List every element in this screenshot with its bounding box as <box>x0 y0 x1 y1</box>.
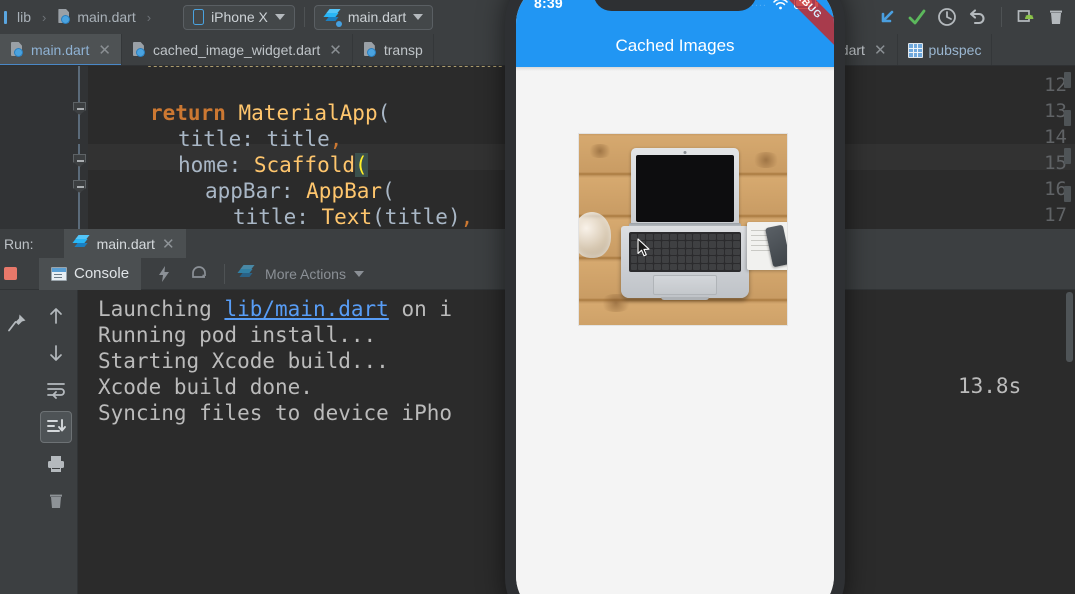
toolbar-divider-1 <box>303 7 305 27</box>
console-side-toolbar <box>34 290 78 594</box>
flutter-icon-run <box>72 235 90 252</box>
run-configuration-button[interactable]: main.dart <box>313 4 434 30</box>
wifi-icon <box>773 0 788 10</box>
breadcrumb-file[interactable]: main.dart <box>77 9 135 25</box>
scroll-down-icon[interactable] <box>40 337 72 369</box>
scroll-to-end-icon[interactable] <box>39 411 72 443</box>
chevron-down-icon <box>274 14 285 20</box>
pin-icon[interactable] <box>2 308 32 338</box>
run-session-label: main.dart <box>96 235 155 252</box>
clear-all-icon[interactable] <box>40 485 72 517</box>
breadcrumb-separator-1: › <box>42 9 47 25</box>
undo-icon[interactable] <box>962 2 992 32</box>
line-number-14: 14 <box>1044 126 1067 148</box>
console-toolbar-divider <box>224 263 226 284</box>
run-configuration-label: main.dart <box>347 9 407 25</box>
console-scrollbar-thumb[interactable] <box>1066 292 1073 362</box>
checkmark-icon[interactable] <box>902 2 932 32</box>
flutter-icon <box>323 8 342 27</box>
run-label: Run: <box>4 235 34 252</box>
breadcrumb-marker <box>4 10 7 24</box>
console-timing-label: 13.8s <box>958 374 1022 398</box>
editor-gutter <box>0 66 70 229</box>
clock-history-icon[interactable] <box>932 2 962 32</box>
dart-icon-tab-3 <box>363 42 378 58</box>
laptop-lip <box>661 297 709 300</box>
console-line-4: Xcode build done. <box>98 375 313 399</box>
print-icon[interactable] <box>40 448 72 480</box>
phone-mockup: 8:39 .... Cached Images DEBUG <box>505 0 845 594</box>
status-bar-time: 8:39 <box>534 0 563 11</box>
code-line-17: title: Text(title), <box>233 205 474 229</box>
tab-cached-image-widget-dart[interactable]: cached_image_widget.dart ✕ <box>122 34 353 65</box>
more-actions-chevron-icon[interactable] <box>353 270 364 277</box>
tab-close-icon-4[interactable]: ✕ <box>874 41 887 59</box>
tab-label-1: main.dart <box>31 42 90 58</box>
tab-transp[interactable]: transp <box>353 34 434 65</box>
console-icon <box>51 266 67 281</box>
breadcrumb-separator-2: › <box>146 9 152 25</box>
code-line-13: return MaterialApp( <box>150 101 391 125</box>
scrollbar-marker-2[interactable] <box>1064 110 1071 126</box>
device-selector-button[interactable]: iPhone X <box>183 4 295 30</box>
console-tab-label: Console <box>74 265 130 282</box>
stop-icon[interactable] <box>4 267 17 280</box>
tab-label-3: transp <box>383 42 423 58</box>
run-session-tab[interactable]: main.dart ✕ <box>63 229 186 258</box>
breadcrumb-root[interactable]: lib <box>17 9 31 25</box>
laptop-lid: MacBook Air <box>631 148 739 228</box>
mouse-cursor <box>637 238 651 263</box>
console-line-1: Launching lib/main.dart on i <box>98 297 453 321</box>
console-line-2: Running pod install... <box>98 323 377 347</box>
code-line-15: home: Scaffold( <box>178 153 368 177</box>
breadcrumb[interactable]: lib › main.dart › <box>4 9 157 25</box>
table-icon <box>907 42 923 58</box>
hot-reload-icon[interactable] <box>185 259 215 289</box>
tab-close-icon-1[interactable]: ✕ <box>98 41 111 59</box>
app-bar-shadow <box>516 67 834 71</box>
flutter-icon-more <box>237 265 255 282</box>
phone-screen[interactable]: 8:39 .... Cached Images DEBUG <box>516 0 834 594</box>
tab-label-2: cached_image_widget.dart <box>152 42 321 58</box>
scrollbar-marker-3[interactable] <box>1064 148 1071 164</box>
trash-icon[interactable] <box>1041 2 1071 32</box>
tab-console[interactable]: Console <box>39 257 142 290</box>
tab-pubspec[interactable]: pubspec <box>898 34 993 65</box>
tab-label-5: pubspec <box>928 42 982 58</box>
app-bar-title: Cached Images <box>615 36 735 55</box>
tab-main-dart[interactable]: main.dart ✕ <box>0 34 122 65</box>
chevron-down-icon-2 <box>413 14 424 20</box>
tool-window-pin-strip <box>0 290 34 594</box>
scrollbar-marker-1[interactable] <box>1064 72 1071 88</box>
editor-warning-squiggle <box>148 66 503 67</box>
performance-icon[interactable] <box>149 259 179 289</box>
dart-icon-tab-1 <box>10 42 25 58</box>
scroll-up-icon[interactable] <box>40 300 72 332</box>
run-session-close-icon[interactable]: ✕ <box>162 235 175 253</box>
console-line-5: Syncing files to device iPho <box>98 401 453 425</box>
top-toolbar-icons <box>872 0 1071 34</box>
soft-wrap-icon[interactable] <box>40 374 72 406</box>
tab-close-icon-2[interactable]: ✕ <box>329 41 342 59</box>
scrollbar-marker-4[interactable] <box>1064 186 1071 202</box>
more-actions-label[interactable]: More Actions <box>265 266 346 282</box>
glass-object <box>579 212 611 258</box>
device-selector-label: iPhone X <box>211 9 268 25</box>
cached-image[interactable]: MacBook Air <box>578 133 788 326</box>
laptop-trackpad <box>653 275 717 295</box>
phone-notch <box>593 0 757 11</box>
code-line-16: appBar: AppBar( <box>205 179 395 203</box>
code-line-14: title: title, <box>178 127 343 151</box>
android-device-manager-icon[interactable] <box>1011 2 1041 32</box>
toolbar-divider-2 <box>1001 7 1002 27</box>
dart-icon-tab-2 <box>132 42 147 58</box>
dart-icon <box>57 9 72 25</box>
console-scrollbar[interactable] <box>1064 290 1075 594</box>
app-bar: Cached Images <box>516 25 834 67</box>
console-line-3: Starting Xcode build... <box>98 349 389 373</box>
console-link-main-dart[interactable]: lib/main.dart <box>224 297 388 321</box>
phone-icon <box>193 9 205 25</box>
line-number-17: 17 <box>1044 204 1067 226</box>
hide-window-icon[interactable] <box>872 2 902 32</box>
